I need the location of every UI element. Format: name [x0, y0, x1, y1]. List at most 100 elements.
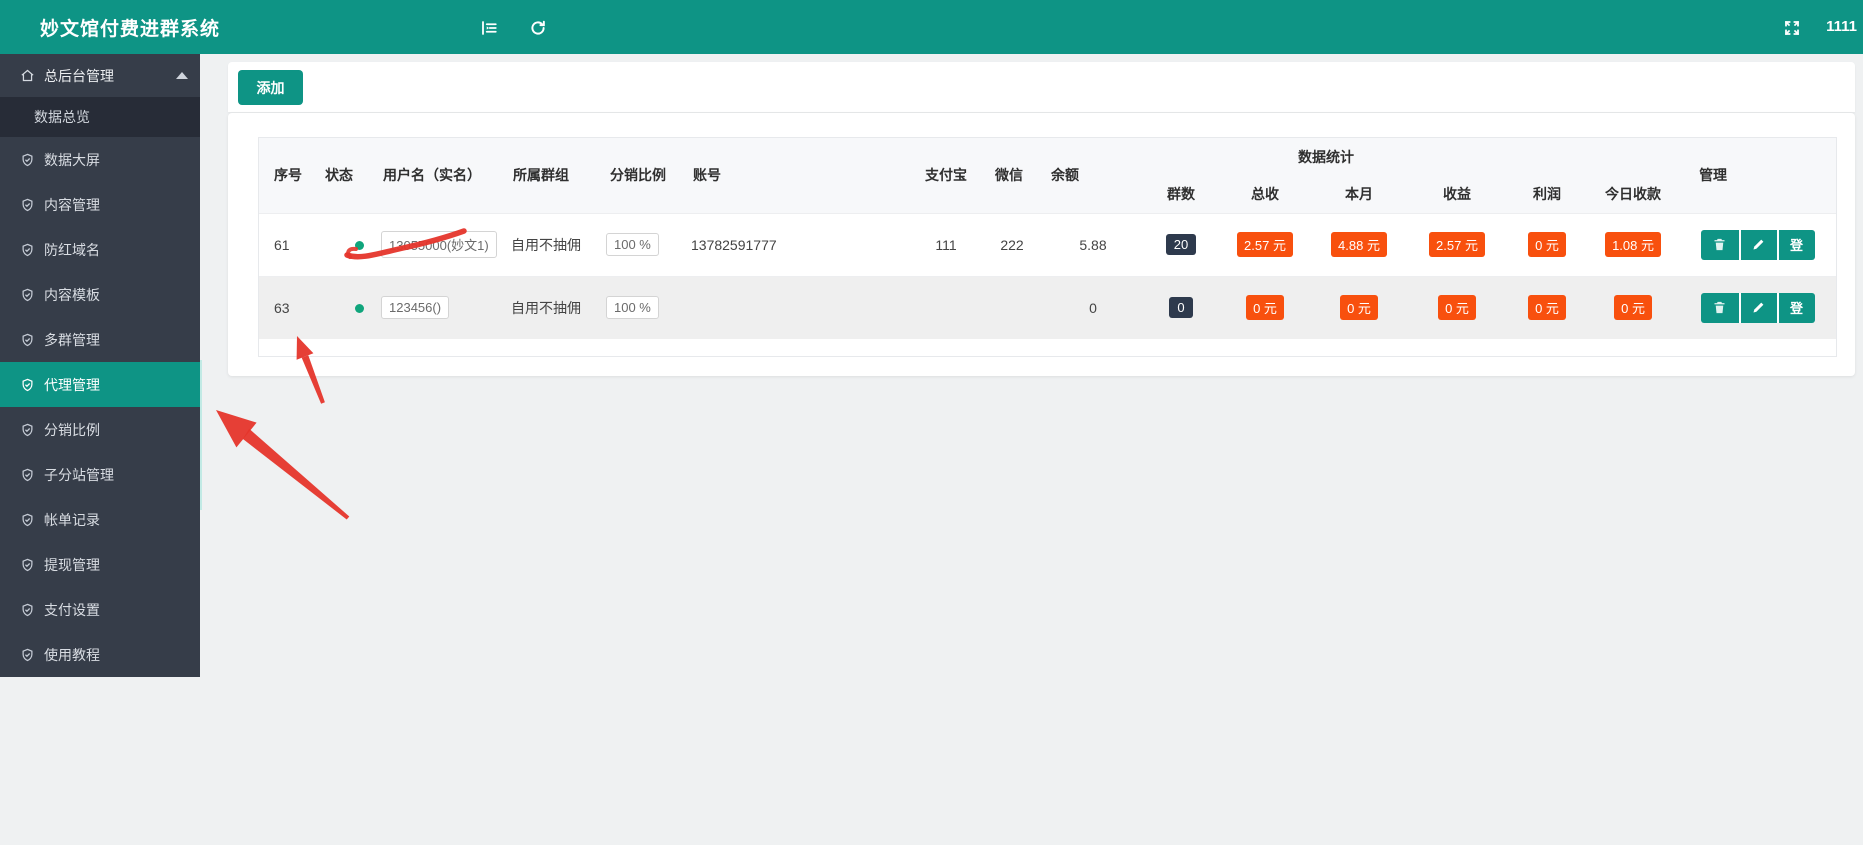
shield-check-icon [20, 422, 35, 438]
profit-badge: 0 元 [1528, 295, 1566, 321]
sidebar-item-label: 子分站管理 [44, 466, 114, 483]
col-header-username: 用户名（实名） [383, 167, 481, 184]
col-group-header-stats: 数据统计 [1298, 149, 1355, 165]
sidebar-item-label: 分销比例 [44, 421, 100, 438]
col-header-total-income: 总收 [1251, 186, 1279, 203]
cell-group: 自用不抽佣 [511, 236, 581, 253]
sidebar-item-content-template[interactable]: 内容模板 [0, 272, 200, 317]
refresh-icon[interactable] [529, 19, 547, 37]
login-button[interactable]: 登 [1776, 292, 1815, 323]
table-row: 63 123456() 自用不抽佣 100 % 0 0 0 元 0 元 0 元 … [259, 276, 1836, 339]
col-header-balance: 余额 [1051, 167, 1079, 184]
col-header-group: 所属群组 [513, 167, 569, 184]
sidebar-item-data-screen[interactable]: 数据大屏 [0, 137, 200, 182]
col-header-manage: 管理 [1699, 167, 1728, 184]
ratio-field[interactable]: 100 % [606, 233, 659, 256]
total-income-badge: 0 元 [1246, 295, 1284, 321]
shield-check-icon [20, 287, 35, 303]
agent-table-card: 序号 状态 用户名（实名） 所属群组 分销比例 账号 支付宝 微信 余额 数据统… [228, 113, 1855, 376]
cell-wechat: 222 [1000, 236, 1024, 253]
sidebar-item-label: 内容模板 [44, 286, 100, 303]
earnings-badge: 2.57 元 [1429, 232, 1485, 257]
col-header-profit: 利润 [1533, 186, 1561, 203]
username-field[interactable]: 13055000(妙文1) [381, 231, 497, 258]
table-header: 序号 状态 用户名（实名） 所属群组 分销比例 账号 支付宝 微信 余额 数据统… [259, 138, 1836, 213]
ratio-field[interactable]: 100 % [606, 296, 659, 320]
toolbar-card: 添加 [228, 62, 1855, 112]
status-dot [355, 303, 364, 313]
sidebar-item-multi-group[interactable]: 多群管理 [0, 317, 200, 362]
shield-check-icon [20, 152, 35, 168]
col-header-today-income: 今日收款 [1605, 186, 1662, 203]
sidebar-item-distribution-ratio[interactable]: 分销比例 [0, 407, 200, 452]
profit-badge: 0 元 [1528, 232, 1566, 257]
table-row: 61 13055000(妙文1) 自用不抽佣 100 % 13782591777… [259, 213, 1836, 276]
red-arrow-big-head [216, 410, 257, 448]
cell-id: 63 [274, 299, 290, 316]
cell-id: 61 [274, 236, 290, 253]
delete-button[interactable] [1700, 229, 1739, 260]
cell-wechat [981, 276, 1043, 339]
cell-account [679, 276, 911, 339]
shield-check-icon [20, 467, 35, 483]
sidebar-item-agent-mgmt[interactable]: 代理管理 [0, 362, 200, 407]
top-header: 妙文馆付费进群系统 1111 [0, 0, 1863, 54]
cell-balance: 0 [1089, 299, 1097, 316]
sidebar-item-content-mgmt[interactable]: 内容管理 [0, 182, 200, 227]
sidebar-item-label: 提现管理 [44, 556, 100, 573]
login-button[interactable]: 登 [1776, 229, 1815, 260]
sidebar-item-label: 防红域名 [44, 241, 100, 258]
month-income-badge: 0 元 [1340, 295, 1378, 321]
sidebar-item-label: 数据总览 [34, 109, 90, 125]
home-icon [20, 68, 35, 83]
col-header-earnings: 收益 [1443, 186, 1471, 203]
sidebar-item-tutorial[interactable]: 使用教程 [0, 632, 200, 677]
group-count-badge: 20 [1165, 234, 1197, 255]
col-header-alipay: 支付宝 [925, 167, 967, 184]
col-header-wechat: 微信 [995, 167, 1023, 184]
menu-collapse-icon[interactable] [480, 19, 498, 37]
shield-check-icon [20, 512, 35, 528]
shield-check-icon [20, 557, 35, 573]
sidebar-item-substation-mgmt[interactable]: 子分站管理 [0, 452, 200, 497]
shield-check-icon [20, 377, 35, 393]
shield-check-icon [20, 602, 35, 618]
sidebar-item-label: 内容管理 [44, 196, 100, 213]
sidebar-item-data-overview[interactable]: 数据总览 [0, 97, 200, 137]
sidebar-item-withdraw-mgmt[interactable]: 提现管理 [0, 542, 200, 587]
earnings-badge: 0 元 [1438, 295, 1476, 321]
agent-table: 序号 状态 用户名（实名） 所属群组 分销比例 账号 支付宝 微信 余额 数据统… [258, 137, 1837, 357]
red-arrow-big-shaft [242, 428, 350, 520]
user-menu[interactable]: 1111 [1822, 0, 1861, 54]
delete-button[interactable] [1700, 292, 1739, 323]
add-button[interactable]: 添加 [238, 70, 303, 105]
status-dot [355, 240, 364, 250]
today-income-badge: 1.08 元 [1605, 232, 1661, 257]
fullscreen-icon[interactable] [1783, 19, 1801, 37]
month-income-badge: 4.88 元 [1331, 232, 1387, 257]
login-button-label: 登 [1790, 301, 1804, 317]
col-header-this-month: 本月 [1345, 186, 1373, 203]
shield-check-icon [20, 242, 35, 258]
col-header-group-count: 群数 [1167, 186, 1195, 203]
sidebar-item-admin-root[interactable]: 总后台管理 [0, 54, 200, 97]
cell-account: 13782591777 [691, 236, 777, 253]
edit-button[interactable] [1738, 229, 1777, 260]
sidebar-item-bill-records[interactable]: 帐单记录 [0, 497, 200, 542]
total-income-badge: 2.57 元 [1237, 232, 1293, 257]
col-header-status: 状态 [325, 167, 353, 184]
sidebar-item-label: 支付设置 [44, 601, 100, 618]
edit-button[interactable] [1738, 292, 1777, 323]
sidebar-item-label: 总后台管理 [44, 67, 114, 84]
cell-alipay [911, 276, 981, 339]
sidebar-item-label: 使用教程 [44, 646, 100, 663]
username-field[interactable]: 123456() [381, 296, 450, 320]
group-count-badge: 0 [1169, 297, 1193, 319]
shield-check-icon [20, 647, 35, 663]
sidebar-item-antired-domain[interactable]: 防红域名 [0, 227, 200, 272]
sidebar-nav: 总后台管理 数据总览 数据大屏 内容管理 防红域名 内容模板 多群管理 代理管理… [0, 54, 200, 677]
edge-artifact [200, 360, 202, 510]
shield-check-icon [20, 197, 35, 213]
sidebar-item-label: 数据大屏 [44, 151, 100, 168]
sidebar-item-payment-settings[interactable]: 支付设置 [0, 587, 200, 632]
